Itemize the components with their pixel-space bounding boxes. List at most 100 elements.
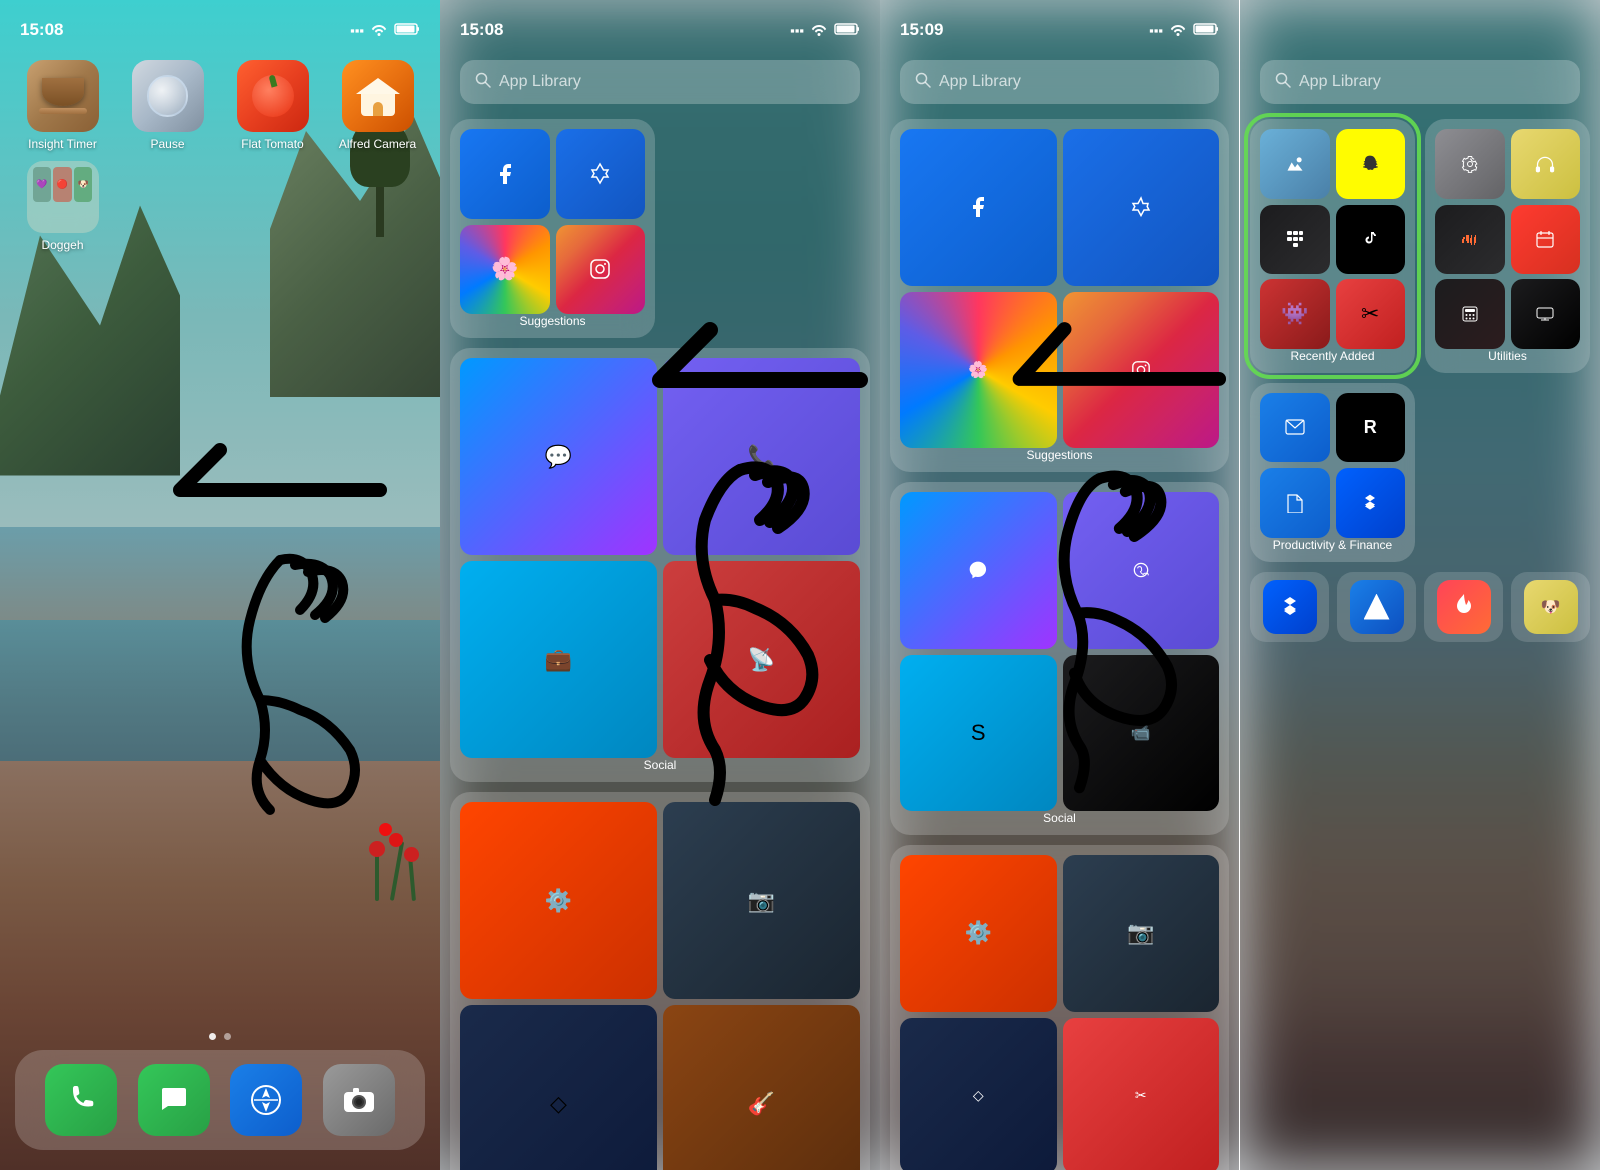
mail-icon xyxy=(1260,393,1330,463)
files-icon xyxy=(1260,468,1330,538)
revolut-icon: R xyxy=(1336,393,1406,463)
tiktok-icon xyxy=(1336,205,1406,275)
app-grid: Insight Timer Pause Flat Tomato xyxy=(15,60,425,252)
app-doggeh[interactable]: 💜 🔴 🐶 Doggeh xyxy=(15,161,110,252)
page-dots xyxy=(209,1033,231,1040)
app-insight-timer[interactable]: Insight Timer xyxy=(15,60,110,151)
social-section-3: S 📹 Social xyxy=(890,482,1229,835)
app-alfred-camera[interactable]: Alfred Camera xyxy=(330,60,425,151)
calculator-icon xyxy=(1435,279,1505,349)
social-label-3: Social xyxy=(900,811,1219,825)
suggestions-label-3: Suggestions xyxy=(900,448,1219,462)
doggeh-icon: 🐶 xyxy=(1524,580,1578,634)
search-placeholder-4: App Library xyxy=(1299,73,1381,91)
app-icon-pause xyxy=(132,60,204,132)
app-label-insight: Insight Timer xyxy=(28,137,97,151)
app-pause[interactable]: Pause xyxy=(120,60,215,151)
app-label-pause: Pause xyxy=(150,137,184,151)
instagram-icon-3 xyxy=(1063,292,1220,449)
status-time: 15:08 xyxy=(20,20,63,40)
recently-added-label: Recently Added xyxy=(1260,349,1405,363)
status-icons-2: ▪▪▪ xyxy=(790,22,860,39)
wifi-icon-3 xyxy=(1169,22,1187,39)
dock-safari[interactable] xyxy=(230,1064,302,1136)
wifi-icon xyxy=(370,22,388,39)
creature-icon: 👾 xyxy=(1260,279,1330,349)
panel3-right: App Library xyxy=(1240,0,1600,1170)
social-folder-partial xyxy=(665,119,870,338)
social-row-2: 💬 📞 💼 📡 Social xyxy=(450,348,870,782)
tinder-app[interactable] xyxy=(1424,572,1503,642)
suggestions-folder-3: 🌸 Suggestions xyxy=(890,119,1229,472)
search-bar-2[interactable]: App Library xyxy=(460,60,860,104)
panasonic-icon-3: 📷 xyxy=(1063,855,1220,1012)
panel3-left: 15:09 ▪▪▪ App Library xyxy=(880,0,1240,1170)
status-time-3: 15:09 xyxy=(900,20,943,40)
dropbox2-app[interactable] xyxy=(1250,572,1329,642)
landscape-icon xyxy=(1260,129,1330,199)
wifi-icon-2 xyxy=(810,22,828,39)
signal-icon-3: ▪▪▪ xyxy=(1149,23,1163,38)
battery-icon xyxy=(394,22,420,39)
app-label-flattomato: Flat Tomato xyxy=(241,137,303,151)
row-1: 🌸 Suggestions xyxy=(450,119,870,338)
creativity-folder-2[interactable]: ⚙️ 📷 ◇ 🎸 Creativity xyxy=(450,792,870,1170)
social-folder-2[interactable]: 💬 📞 💼 📡 Social xyxy=(450,348,870,782)
status-icons: ▪▪▪ xyxy=(350,22,420,39)
snapchat-icon xyxy=(1336,129,1406,199)
app-icon-flattomato xyxy=(237,60,309,132)
facebook-icon-2 xyxy=(460,129,550,219)
status-bar-2: 15:08 ▪▪▪ xyxy=(440,0,880,50)
calendar-icon xyxy=(1511,205,1581,275)
dock-messages[interactable] xyxy=(138,1064,210,1136)
affinity-icon-2: ◇ xyxy=(460,1005,657,1170)
utilities-label: Utilities xyxy=(1435,349,1580,363)
keypad-icon xyxy=(1260,205,1330,275)
periscope-icon-2: 📡 xyxy=(663,561,860,758)
search-bar-3[interactable]: App Library xyxy=(900,60,1219,104)
guitarband-icon-2: 🎸 xyxy=(663,1005,860,1170)
utilities-folder[interactable]: Utilities xyxy=(1425,119,1590,373)
instagram-icon-2 xyxy=(556,225,646,315)
app-icon-insight xyxy=(27,60,99,132)
app-label-alfred: Alfred Camera xyxy=(339,137,416,151)
panel3-left-folders: 🌸 Suggestions xyxy=(880,119,1239,1170)
resize-icon: ✂ xyxy=(1336,279,1406,349)
signal-icon-2: ▪▪▪ xyxy=(790,23,804,38)
bottom-apps-row: 🐶 xyxy=(1240,572,1600,642)
resize-icon-3: ✂ xyxy=(1063,1018,1220,1170)
suggestions-folder-2[interactable]: 🌸 Suggestions xyxy=(450,119,655,338)
app-flat-tomato[interactable]: Flat Tomato xyxy=(225,60,320,151)
messenger-icon-3 xyxy=(900,492,1057,649)
suggestions-label-2: Suggestions xyxy=(460,314,645,328)
photos-icon-2: 🌸 xyxy=(460,225,550,315)
panel2-content: 15:08 ▪▪▪ App Library xyxy=(440,0,880,1170)
fb-icon-3 xyxy=(900,129,1057,286)
viber-icon-3 xyxy=(1063,492,1220,649)
headphones-icon xyxy=(1511,129,1581,199)
dock-phone[interactable] xyxy=(45,1064,117,1136)
search-bar-4[interactable]: App Library xyxy=(1260,60,1580,104)
dropbox-icon xyxy=(1336,468,1406,538)
settings-icon xyxy=(1435,129,1505,199)
productivity-folder[interactable]: R Productivity & Finance xyxy=(1250,383,1415,562)
dock-camera[interactable] xyxy=(323,1064,395,1136)
affinity-icon-3: ◇ xyxy=(900,1018,1057,1170)
appstore-icon-2 xyxy=(556,129,646,219)
panel3-left-content: 15:09 ▪▪▪ App Library xyxy=(880,0,1239,1170)
app-icon-alfred xyxy=(342,60,414,132)
dot-1 xyxy=(209,1033,216,1040)
search-icon-4 xyxy=(1275,72,1291,93)
social-label-2: Social xyxy=(460,758,860,772)
folder-icon-doggeh: 💜 🔴 🐶 xyxy=(27,161,99,233)
affinity3-app[interactable] xyxy=(1337,572,1416,642)
skype-icon-2: 💼 xyxy=(460,561,657,758)
photos-icon-3: 🌸 xyxy=(900,292,1057,449)
panel3-app-library: 15:09 ▪▪▪ App Library xyxy=(880,0,1600,1170)
creativity-section-3: ⚙️ 📷 ◇ ✂ Creativity xyxy=(890,845,1229,1170)
panel3-right-content: App Library xyxy=(1240,0,1600,1170)
doggeh-app[interactable]: 🐶 xyxy=(1511,572,1590,642)
recently-added-wrapper: 👾 ✂ Recently Added xyxy=(1250,119,1415,373)
gear-icon-3: ⚙️ xyxy=(900,855,1057,1012)
recently-added-folder[interactable]: 👾 ✂ Recently Added xyxy=(1250,119,1415,373)
